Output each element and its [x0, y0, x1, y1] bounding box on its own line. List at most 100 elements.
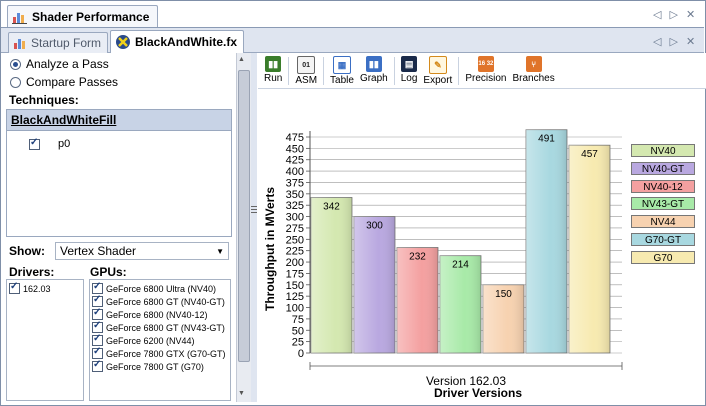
- log-button[interactable]: ▤ Log: [401, 53, 418, 84]
- radio-compare-passes[interactable]: Compare Passes: [10, 75, 118, 89]
- gpu-label: GeForce 6800 (NV40-12): [106, 309, 208, 320]
- gpu-item[interactable]: GeForce 6800 GT (NV40-GT): [90, 294, 230, 308]
- bar-nv44[interactable]: 150: [482, 284, 525, 354]
- log-icon: ▤: [401, 56, 418, 72]
- legend-item-nv40-12: NV40-12: [631, 179, 695, 193]
- gpu-checkbox[interactable]: [92, 281, 103, 294]
- show-dropdown[interactable]: Vertex Shader ▼: [55, 242, 229, 260]
- y-tick-label: 200: [286, 257, 304, 269]
- bar-value-label: 214: [452, 260, 469, 271]
- window-title-tab[interactable]: Shader Performance: [7, 5, 159, 28]
- scroll-right-icon[interactable]: ▷: [669, 35, 677, 48]
- tab-label: Startup Form: [31, 36, 102, 50]
- gpu-checkbox[interactable]: [92, 359, 103, 372]
- bar-shading: [526, 129, 567, 353]
- legend-item-nv43-gt: NV43-GT: [631, 197, 695, 211]
- y-tick-label: 50: [292, 325, 304, 337]
- radio-icon: [10, 58, 21, 70]
- y-tick-label: 475: [286, 132, 304, 144]
- show-label: Show:: [9, 244, 45, 258]
- bar-shading: [354, 216, 395, 353]
- window-title: Shader Performance: [32, 10, 150, 24]
- bar-nv40-12[interactable]: 232: [396, 247, 439, 354]
- gpus-label: GPUs:: [90, 265, 127, 279]
- drivers-label: Drivers:: [9, 265, 55, 279]
- splitter-grip-icon[interactable]: [251, 206, 257, 216]
- chart-app-icon: [12, 13, 27, 24]
- techniques-label: Techniques:: [9, 93, 79, 107]
- toolbar-separator: [323, 57, 325, 85]
- show-value: Vertex Shader: [60, 244, 137, 258]
- y-axis-label: Throughput in MVerts: [263, 187, 277, 311]
- pass-row[interactable]: p0: [29, 137, 70, 150]
- toolbar-separator: [288, 57, 290, 85]
- gpu-item[interactable]: GeForce 6800 GT (NV43-GT): [90, 320, 230, 334]
- legend-item-g70-gt: G70-GT: [631, 233, 695, 246]
- precision-button[interactable]: 16 32 Precision: [465, 53, 506, 84]
- y-tick-label: 450: [286, 143, 304, 155]
- bar-shading: [397, 247, 438, 353]
- legend-item-nv44: NV44: [631, 215, 695, 229]
- chart-doc-icon: [14, 38, 25, 49]
- close-icon[interactable]: ✕: [686, 8, 695, 21]
- gpu-label: GeForce 7800 GT (G70): [106, 361, 204, 372]
- y-tick-label: 75: [292, 314, 304, 326]
- bar-g70-gt[interactable]: 491: [525, 129, 568, 354]
- button-label: Branches: [512, 73, 555, 84]
- scroll-thumb[interactable]: [238, 70, 250, 362]
- button-label: Run: [264, 73, 283, 84]
- export-button[interactable]: ✎ Export: [423, 53, 452, 86]
- table-button[interactable]: ▦ Table: [330, 53, 354, 86]
- scroll-down-icon[interactable]: ▼: [238, 390, 245, 397]
- gpu-item[interactable]: GeForce 7800 GT (G70): [90, 359, 230, 373]
- technique-header[interactable]: BlackAndWhiteFill: [7, 110, 231, 131]
- run-icon: ▮▮: [265, 56, 282, 72]
- y-tick-label: 300: [286, 212, 304, 224]
- button-label: Graph: [359, 73, 388, 84]
- gpu-label: GeForce 6200 (NV44): [106, 335, 195, 346]
- close-icon[interactable]: ✕: [686, 35, 695, 48]
- y-tick-label: 375: [286, 177, 304, 189]
- run-button[interactable]: ▮▮ Run: [264, 53, 282, 84]
- branches-button[interactable]: ⑂ Branches: [512, 53, 555, 84]
- toolbar-separator: [393, 57, 395, 85]
- gpu-label: GeForce 6800 GT (NV40-GT): [106, 296, 225, 307]
- button-label: Export: [423, 75, 453, 86]
- y-tick-label: 25: [292, 337, 304, 349]
- pane-splitter[interactable]: [251, 53, 257, 402]
- pass-checkbox[interactable]: [29, 137, 40, 150]
- y-tick-label: 175: [286, 268, 304, 280]
- gpu-label: GeForce 6800 GT (NV43-GT): [106, 322, 225, 333]
- button-label: Precision: [465, 73, 507, 84]
- gpu-checkbox[interactable]: [92, 294, 103, 307]
- gpu-item[interactable]: GeForce 7800 GTX (G70-GT): [90, 346, 230, 360]
- bar-nv43-gt[interactable]: 214: [439, 255, 482, 354]
- gpu-label: GeForce 6800 Ultra (NV40): [106, 283, 217, 294]
- bar-shading: [311, 197, 352, 353]
- scroll-left-icon[interactable]: ◁: [653, 35, 661, 48]
- tab-blackandwhite-fx[interactable]: BlackAndWhite.fx: [110, 30, 245, 53]
- gpu-item[interactable]: GeForce 6800 (NV40-12): [90, 307, 230, 321]
- gpu-checkbox[interactable]: [92, 320, 103, 333]
- asm-button[interactable]: 01 ASM: [295, 53, 317, 86]
- graph-icon: ▮▮: [365, 56, 382, 72]
- scroll-right-icon[interactable]: ▷: [669, 8, 677, 21]
- scroll-up-icon[interactable]: ▲: [238, 56, 245, 63]
- driver-item[interactable]: 162.03: [7, 281, 83, 295]
- scroll-left-icon[interactable]: ◁: [653, 8, 661, 21]
- bar-nv40[interactable]: 342: [310, 197, 353, 354]
- graph-button[interactable]: ▮▮ Graph: [360, 53, 388, 84]
- bar-g70[interactable]: 457: [568, 144, 611, 354]
- gpu-item[interactable]: GeForce 6800 Ultra (NV40): [90, 281, 230, 295]
- gpu-item[interactable]: GeForce 6200 (NV44): [90, 333, 230, 347]
- legend-item-nv40: NV40: [631, 144, 695, 157]
- gpu-checkbox[interactable]: [92, 333, 103, 346]
- bar-nv40-gt[interactable]: 300: [353, 216, 396, 354]
- gpus-list: GeForce 6800 Ultra (NV40) GeForce 6800 G…: [89, 279, 231, 401]
- gpu-checkbox[interactable]: [92, 346, 103, 359]
- radio-analyze-pass[interactable]: Analyze a Pass: [10, 57, 109, 71]
- gpu-checkbox[interactable]: [92, 307, 103, 320]
- tab-startup-form[interactable]: Startup Form: [8, 32, 109, 53]
- bar-value-label: 300: [366, 221, 383, 232]
- driver-checkbox[interactable]: [9, 281, 20, 294]
